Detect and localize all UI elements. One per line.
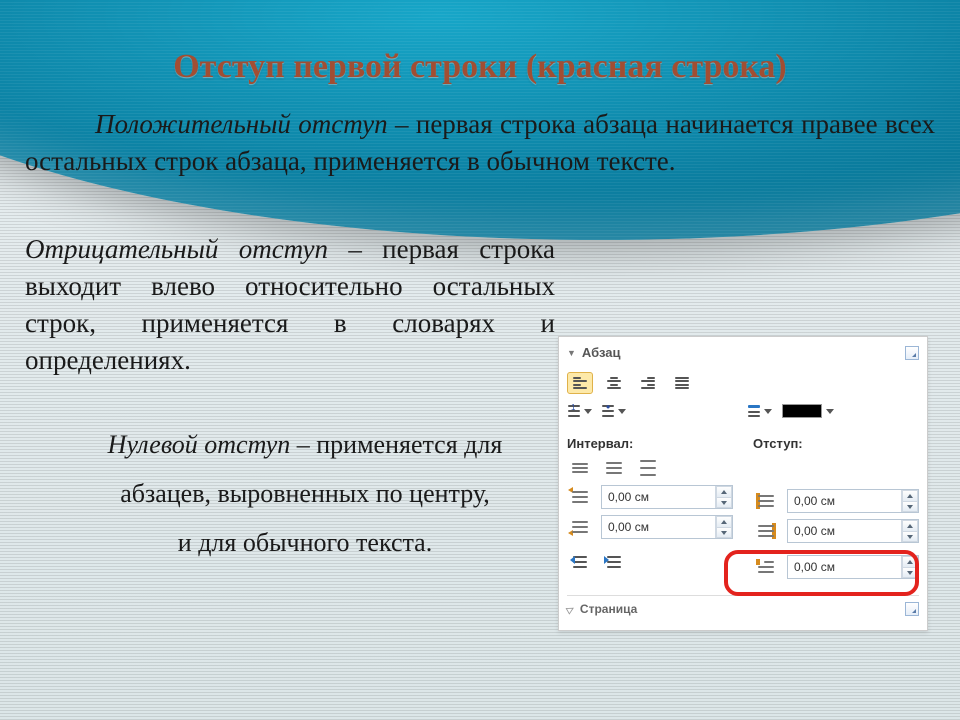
collapse-icon: ▷ (565, 603, 576, 616)
paragraph-positive: Положительный отступ – первая строка абз… (25, 106, 935, 181)
vertical-align-button[interactable] (747, 400, 773, 422)
align-left-button[interactable] (567, 372, 593, 394)
spacing-before-icon (567, 486, 593, 508)
spacing-after-input[interactable] (602, 520, 715, 534)
line-spacing-tight-button[interactable] (567, 457, 593, 479)
spin-up[interactable] (716, 486, 732, 497)
spacing-before-input[interactable] (602, 490, 715, 504)
first-line-indent-icon (753, 556, 779, 578)
decrease-indent-button[interactable] (567, 551, 593, 573)
page-title: Отступ первой строки (красная строка) (25, 48, 935, 106)
first-line-indent-input[interactable] (788, 560, 901, 574)
indent-right-field[interactable] (787, 519, 919, 543)
align-center-button[interactable] (601, 372, 627, 394)
section-title: Абзац (582, 345, 621, 360)
indent-right-input[interactable] (788, 524, 901, 538)
spacing-before-field[interactable] (601, 485, 733, 509)
expand-dialog-icon[interactable] (905, 602, 919, 616)
spin-down[interactable] (902, 501, 918, 512)
bulleted-list-button[interactable] (601, 400, 627, 422)
term-zero: Нулевой отступ (108, 430, 291, 459)
spin-down[interactable] (716, 527, 732, 538)
spin-up[interactable] (716, 516, 732, 527)
spacing-after-icon (567, 516, 593, 538)
section-header-page[interactable]: ▷ Страница (567, 595, 919, 616)
spin-down[interactable] (902, 567, 918, 578)
spin-down[interactable] (902, 531, 918, 542)
align-justify-button[interactable] (669, 372, 695, 394)
expand-dialog-icon[interactable] (905, 346, 919, 360)
collapse-icon: ▼ (567, 348, 576, 358)
line-spacing-wide-button[interactable] (635, 457, 661, 479)
spin-down[interactable] (716, 497, 732, 508)
term-positive: Положительный отступ (95, 109, 388, 139)
spacing-after-field[interactable] (601, 515, 733, 539)
label-interval: Интервал: (567, 436, 733, 451)
background-color-button[interactable] (781, 400, 837, 422)
indent-right-icon (753, 520, 779, 542)
align-right-button[interactable] (635, 372, 661, 394)
indent-left-input[interactable] (788, 494, 901, 508)
line-spacing-normal-button[interactable] (601, 457, 627, 479)
label-indent: Отступ: (753, 436, 919, 451)
increase-indent-button[interactable] (601, 551, 627, 573)
spin-up[interactable] (902, 520, 918, 531)
indent-left-field[interactable] (787, 489, 919, 513)
paragraph-panel: ▼ Абзац Интервал: (558, 336, 928, 631)
section-title-page: Страница (580, 602, 637, 616)
indent-left-icon (753, 490, 779, 512)
section-header-paragraph[interactable]: ▼ Абзац (567, 343, 919, 366)
term-negative: Отрицательный отступ (25, 234, 328, 264)
spin-up[interactable] (902, 556, 918, 567)
numbered-list-button[interactable] (567, 400, 593, 422)
spin-up[interactable] (902, 490, 918, 501)
first-line-indent-field[interactable] (787, 555, 919, 579)
